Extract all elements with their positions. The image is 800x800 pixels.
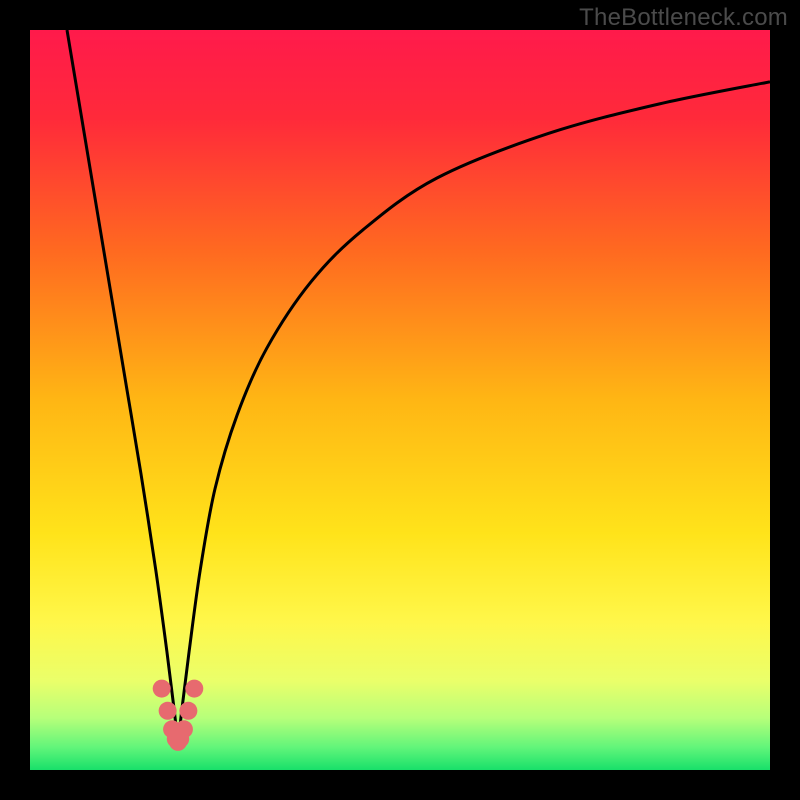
sweet-spot-marker <box>153 680 171 698</box>
sweet-spot-marker <box>185 680 203 698</box>
chart-svg <box>30 30 770 770</box>
chart-frame: TheBottleneck.com <box>0 0 800 800</box>
sweet-spot-marker <box>159 702 177 720</box>
sweet-spot-marker <box>179 702 197 720</box>
sweet-spot-marker <box>175 720 193 738</box>
gradient-background <box>30 30 770 770</box>
watermark-text: TheBottleneck.com <box>579 4 788 32</box>
plot-area <box>30 30 770 770</box>
